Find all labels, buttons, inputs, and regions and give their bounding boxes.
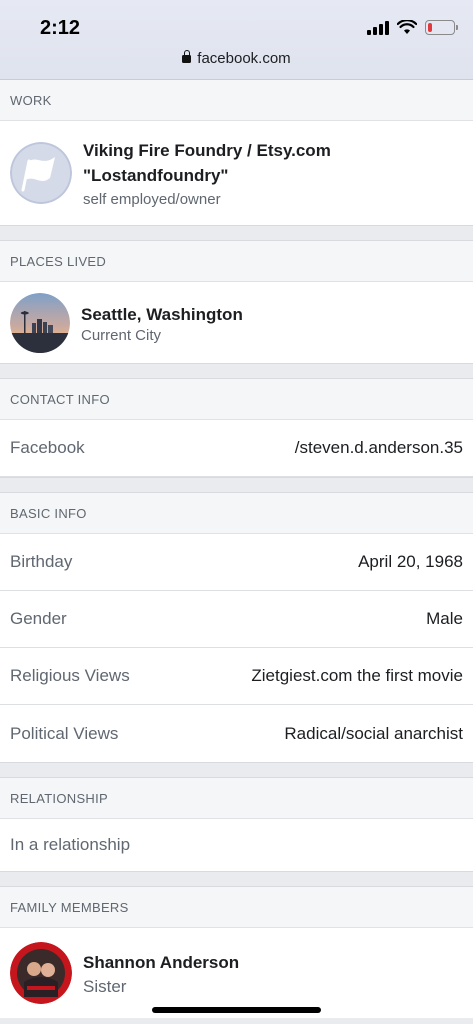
section-divider — [0, 871, 473, 887]
basic-row-religious: Religious Views Zietgiest.com the first … — [0, 648, 473, 705]
work-text: Viking Fire Foundry / Etsy.com "Lostandf… — [83, 138, 383, 208]
family-member-entry[interactable]: Shannon Anderson Sister — [0, 928, 473, 1018]
contact-header: CONTACT INFO — [0, 379, 473, 420]
religious-value: Zietgiest.com the first movie — [251, 666, 463, 685]
url-text: facebook.com — [197, 50, 291, 67]
political-label: Political Views — [10, 723, 119, 743]
section-divider — [0, 477, 473, 493]
contact-value[interactable]: /steven.d.anderson.35 — [295, 438, 463, 458]
family-header: FAMILY MEMBERS — [0, 887, 473, 928]
basic-info-list: Birthday April 20, 1968 Gender Male Reli… — [0, 534, 473, 762]
basic-row-gender: Gender Male — [0, 591, 473, 648]
religious-label: Religious Views — [10, 666, 130, 685]
basic-header: BASIC INFO — [0, 493, 473, 534]
work-title: Viking Fire Foundry / Etsy.com "Lostandf… — [83, 141, 331, 185]
home-indicator[interactable] — [152, 1007, 321, 1013]
flag-icon — [10, 142, 72, 204]
url-bar[interactable]: facebook.com — [0, 50, 473, 67]
status-icons — [367, 20, 458, 35]
places-header: PLACES LIVED — [0, 241, 473, 282]
status-time: 2:12 — [40, 17, 81, 39]
city-name: Seattle, Washington — [81, 304, 243, 324]
work-entry[interactable]: Viking Fire Foundry / Etsy.com "Lostandf… — [0, 121, 473, 225]
relationship-header: RELATIONSHIP — [0, 778, 473, 819]
relationship-status: In a relationship — [0, 819, 473, 871]
city-label: Current City — [81, 326, 162, 344]
places-entry[interactable]: Seattle, Washington Current City — [0, 282, 473, 363]
birthday-value: April 20, 1968 — [358, 552, 463, 571]
browser-status-bar: 2:12 facebook.com — [0, 0, 473, 80]
basic-row-birthday: Birthday April 20, 1968 — [0, 534, 473, 591]
family-avatar[interactable] — [10, 942, 72, 1004]
signal-icon — [367, 20, 389, 35]
work-subtitle: self employed/owner — [83, 191, 221, 208]
family-relation: Sister — [83, 976, 127, 996]
birthday-label: Birthday — [10, 552, 73, 571]
section-divider — [0, 225, 473, 241]
political-value: Radical/social anarchist — [284, 723, 463, 743]
section-divider — [0, 762, 473, 778]
section-divider — [0, 363, 473, 379]
city-photo — [10, 292, 70, 353]
contact-row-facebook[interactable]: Facebook /steven.d.anderson.35 — [0, 420, 473, 477]
gender-value: Male — [426, 609, 463, 628]
lock-icon — [182, 50, 192, 63]
family-name[interactable]: Shannon Anderson — [83, 950, 239, 975]
gender-label: Gender — [10, 609, 67, 628]
family-text: Shannon Anderson Sister — [83, 950, 239, 997]
contact-label: Facebook — [10, 438, 85, 457]
profile-about: WORK Viking Fire Foundry / Etsy.com "Los… — [0, 80, 473, 1018]
places-text: Seattle, Washington Current City — [81, 302, 243, 344]
work-header: WORK — [0, 80, 473, 121]
battery-icon — [425, 20, 458, 35]
basic-row-political: Political Views Radical/social anarchist — [0, 705, 473, 762]
wifi-icon — [397, 20, 417, 34]
